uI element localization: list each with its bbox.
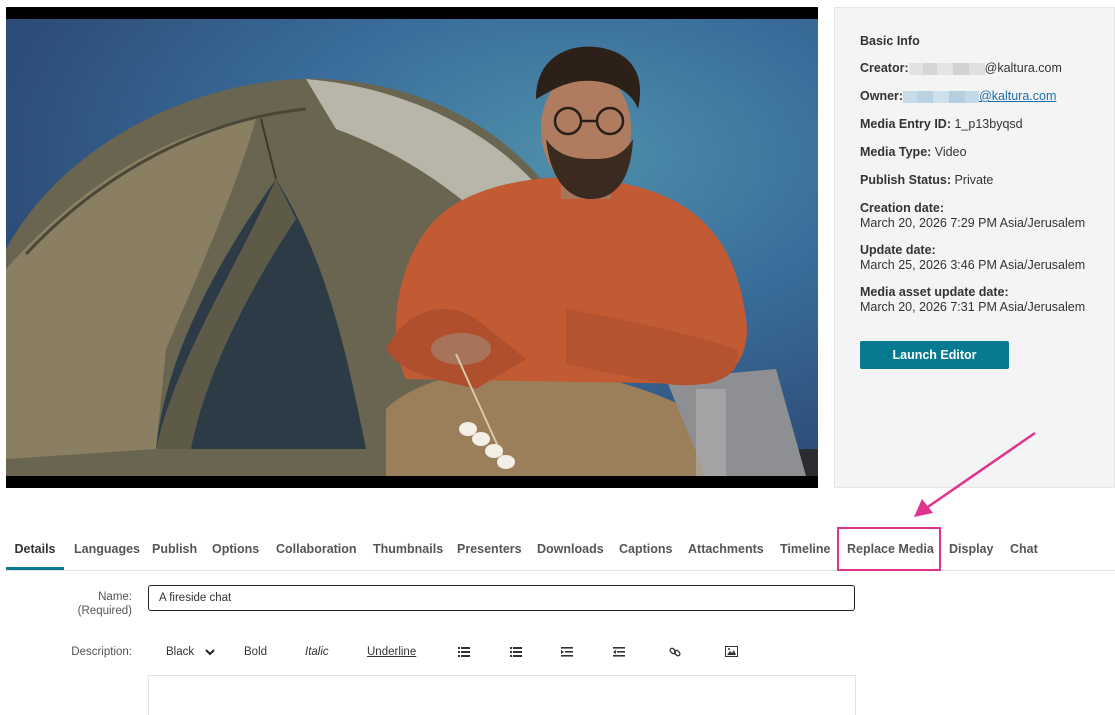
video-player[interactable] (6, 7, 818, 488)
tab-bar: Details Languages Publish Options Collab… (6, 531, 1115, 571)
update-date-label: Update date: (860, 243, 936, 257)
asset-update-date-label: Media asset update date: (860, 285, 1009, 299)
creator-row: Creator: @kaltura.com (860, 61, 1114, 76)
entry-id-label: Media Entry ID: (860, 117, 951, 131)
tab-thumbnails[interactable]: Thumbnails (373, 531, 443, 570)
tab-display[interactable]: Display (949, 531, 993, 570)
update-date-row: Update date: March 25, 2026 3:46 PM Asia… (860, 243, 1114, 273)
creator-domain: @kaltura.com (984, 61, 1062, 75)
owner-row: Owner: @kaltura.com (860, 89, 1114, 104)
publish-status-label: Publish Status: (860, 173, 951, 187)
owner-redacted-name (903, 90, 980, 103)
tab-details[interactable]: Details (6, 531, 64, 570)
description-label: Description: (71, 646, 132, 658)
link-icon (669, 647, 681, 657)
bullet-list-button[interactable] (509, 638, 522, 666)
asset-update-date-value: March 20, 2026 7:31 PM Asia/Jerusalem (860, 300, 1086, 314)
outdent-button[interactable] (613, 638, 625, 666)
ordered-list-button[interactable] (458, 638, 470, 666)
insert-image-button[interactable] (725, 638, 738, 666)
owner-domain: @kaltura.com (979, 89, 1057, 103)
name-input[interactable] (148, 585, 855, 611)
media-type-row: Media Type: Video (860, 145, 1114, 160)
owner-label: Owner: (860, 89, 904, 103)
underline-button[interactable]: Underline (367, 638, 416, 666)
entry-id-value: 1_p13byqsd (954, 117, 1023, 131)
description-editor[interactable] (148, 675, 856, 715)
media-type-label: Media Type: (860, 145, 932, 159)
video-frame[interactable] (6, 19, 818, 476)
bold-button[interactable]: Bold (244, 638, 267, 666)
update-date-value: March 25, 2026 3:46 PM Asia/Jerusalem (860, 258, 1086, 272)
tab-languages[interactable]: Languages (74, 531, 140, 570)
color-select-value: Black (166, 646, 195, 658)
bullet-list-icon (509, 646, 522, 658)
tab-collaboration[interactable]: Collaboration (276, 531, 357, 570)
indent-button[interactable] (561, 638, 573, 666)
name-required-label: (Required) (77, 605, 132, 617)
creation-date-value: March 20, 2026 7:29 PM Asia/Jerusalem (860, 216, 1086, 230)
description-toolbar: Black Bold Italic Underline (148, 638, 856, 666)
tab-chat[interactable]: Chat (1010, 531, 1038, 570)
name-label: Name: (98, 591, 132, 603)
name-label-group: Name: (Required) (78, 590, 132, 618)
insert-link-button[interactable] (669, 638, 681, 666)
chevron-down-icon (205, 649, 216, 656)
replace-media-highlight (837, 527, 941, 571)
basic-info-heading: Basic Info (860, 34, 920, 48)
tab-timeline[interactable]: Timeline (780, 531, 830, 570)
tab-attachments[interactable]: Attachments (688, 531, 764, 570)
creator-label: Creator: (860, 61, 909, 75)
basic-info-panel: Basic Info Creator: @kaltura.com Owner: @k… (834, 7, 1115, 488)
tab-presenters[interactable]: Presenters (457, 531, 522, 570)
tab-publish[interactable]: Publish (152, 531, 197, 570)
tab-downloads[interactable]: Downloads (537, 531, 604, 570)
creator-redacted-name (908, 62, 985, 75)
publish-status-row: Publish Status: Private (860, 173, 1114, 188)
creation-date-label: Creation date: (860, 201, 945, 215)
indent-icon (561, 646, 573, 657)
asset-update-date-row: Media asset update date: March 20, 2026 … (860, 285, 1114, 315)
outdent-icon (613, 646, 625, 657)
italic-button[interactable]: Italic (305, 638, 329, 666)
owner-email-link[interactable]: @kaltura.com (903, 89, 1056, 103)
tab-options[interactable]: Options (212, 531, 259, 570)
tab-captions[interactable]: Captions (619, 531, 672, 570)
color-select[interactable]: Black (166, 638, 216, 666)
media-type-value: Video (934, 145, 967, 159)
video-scene-illustration (6, 46, 818, 476)
launch-editor-button[interactable]: Launch Editor (860, 341, 1009, 369)
ordered-list-icon (458, 646, 470, 657)
image-icon (725, 646, 738, 658)
annotation-arrow-icon (914, 431, 1036, 517)
entry-id-row: Media Entry ID: 1_p13byqsd (860, 117, 1114, 132)
creation-date-row: Creation date: March 20, 2026 7:29 PM As… (860, 201, 1114, 231)
publish-status-value: Private (954, 173, 994, 187)
